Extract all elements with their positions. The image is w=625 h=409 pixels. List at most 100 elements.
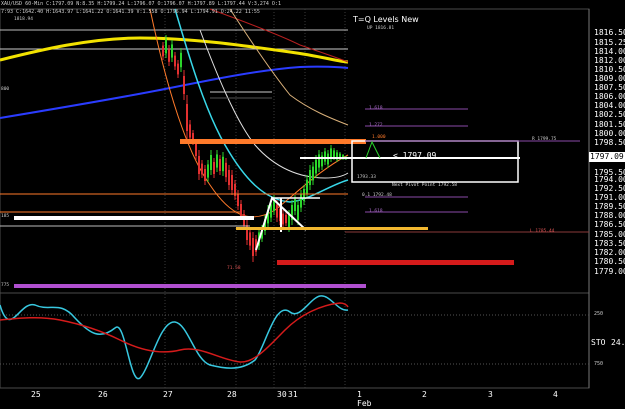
candle-body [228, 170, 230, 185]
candle-body [282, 213, 284, 225]
candle-body [171, 44, 173, 58]
price-axis-label: 1814.00 [594, 47, 625, 56]
price-axis-label: 1779.00 [594, 267, 625, 276]
price-axis-label: 1806.00 [594, 92, 625, 101]
month-label: Feb [357, 399, 372, 408]
candle-body [162, 45, 164, 57]
price-axis-label: 1802.50 [594, 110, 625, 119]
candle-body [288, 214, 290, 228]
left-tick-a: 800 [1, 87, 10, 92]
candle-body [318, 154, 320, 168]
price-axis-label: 1809.00 [594, 74, 625, 83]
purple-zone-bar [14, 284, 366, 288]
candle-body [231, 175, 233, 190]
chart-window[interactable]: XAU/USD 60-Min C:1797.09 N:8.35 H:1799.2… [0, 0, 625, 409]
support-label: L 1785.44 [530, 229, 555, 234]
price-axis-label: 1780.50 [594, 257, 625, 266]
price-axis-label: 1800.00 [594, 129, 625, 138]
date-label: 28 [227, 390, 237, 399]
oscillator-tick-bottom: 750 [594, 361, 604, 367]
candle-body [219, 159, 221, 171]
candle-body [186, 104, 188, 131]
candle-body [177, 63, 179, 75]
oscillator-panel-border [0, 292, 590, 389]
candle-body [210, 155, 212, 170]
candle-body [165, 39, 167, 54]
candle-body [189, 124, 191, 138]
fib-label-a: 1.618 [369, 106, 383, 111]
date-label: 27 [163, 390, 173, 399]
candle-body [225, 162, 227, 178]
candle-body [285, 214, 287, 224]
indicator-title: T=Q Levels New [353, 15, 419, 24]
price-axis-label: 1801.50 [594, 120, 625, 129]
chart-header-line1: XAU/USD 60-Min C:1797.09 N:8.35 H:1799.2… [1, 1, 281, 7]
price-axis-label: 1782.00 [594, 248, 625, 257]
oscillator-value: 24. [611, 338, 625, 347]
blue-moving-average [0, 65, 349, 119]
candle-body [306, 179, 308, 194]
candle-body [195, 144, 197, 156]
price-axis-label: 1812.00 [594, 56, 625, 65]
resistance-label: R 1799.75 [532, 137, 557, 142]
red-zone-bar [277, 260, 514, 265]
price-axis-label: 1785.00 [594, 230, 625, 239]
candle-body [297, 205, 299, 220]
orange-resistance-zone [180, 139, 366, 144]
price-axis-label: 1798.50 [594, 138, 625, 147]
price-axis-label: 1791.00 [594, 193, 625, 202]
price-axis-label: 1789.50 [594, 202, 625, 211]
candle-body [240, 204, 242, 216]
date-label: 1 [357, 390, 362, 399]
price-axis-label: 1788.00 [594, 211, 625, 220]
price-axis-label: 1786.50 [594, 220, 625, 229]
green-projection [365, 140, 381, 159]
candle-body [276, 204, 278, 218]
chart-header-line2: 7:93 C:1642.40 H:1643.97 L:1641.22 O:164… [1, 9, 260, 15]
date-label: 3 [488, 390, 493, 399]
candle-body [168, 49, 170, 62]
date-label: 2 [422, 390, 427, 399]
candle-body [198, 156, 200, 174]
red-moving-average [209, 8, 349, 63]
current-price-annotation: < 1797.09 [393, 151, 437, 160]
fib-label-c: 1.000 [372, 135, 386, 140]
oscillator-cyan-line [0, 295, 349, 380]
current-price-marker: 1797.09 [589, 152, 625, 162]
candle-body [222, 156, 224, 172]
left-tick-c: 775 [1, 283, 10, 288]
price-axis-label: 1794.00 [594, 175, 625, 184]
candle-body [213, 162, 215, 174]
candle-body [216, 154, 218, 168]
candle-body [249, 232, 251, 246]
oscillator-red-line [0, 302, 349, 363]
low-marker-label: 71.58 [227, 266, 241, 271]
price-target-box [351, 140, 519, 183]
candle-body [252, 238, 254, 256]
candle-body [183, 76, 185, 94]
candle-body [294, 199, 296, 211]
candle-body [204, 169, 206, 181]
price-axis-label: 1783.50 [594, 239, 625, 248]
candle-body [303, 189, 305, 201]
date-label: 26 [98, 390, 108, 399]
price-axis-label: 1792.50 [594, 184, 625, 193]
header-reference-value: 1818.94 [14, 17, 33, 22]
candle-body [237, 194, 239, 206]
price-axis-label: 1810.50 [594, 65, 625, 74]
level-1793-label: 1793.33 [357, 175, 376, 180]
candle-body [324, 151, 326, 162]
oscillator-tick-top: 250 [594, 311, 604, 317]
candle-body [315, 159, 317, 174]
price-chart-canvas[interactable] [0, 0, 625, 409]
fib-label-b: 1.272 [369, 123, 383, 128]
candle-body [174, 55, 176, 67]
yellow-support-zone [236, 227, 428, 230]
date-label: 30 [277, 390, 287, 399]
price-axis-label: 1815.25 [594, 38, 625, 47]
price-axis-label: 1816.50 [594, 28, 625, 37]
date-label: 4 [553, 390, 558, 399]
date-label: 25 [31, 390, 41, 399]
candle-body [300, 194, 302, 208]
price-axis-label: 1804.00 [594, 101, 625, 110]
